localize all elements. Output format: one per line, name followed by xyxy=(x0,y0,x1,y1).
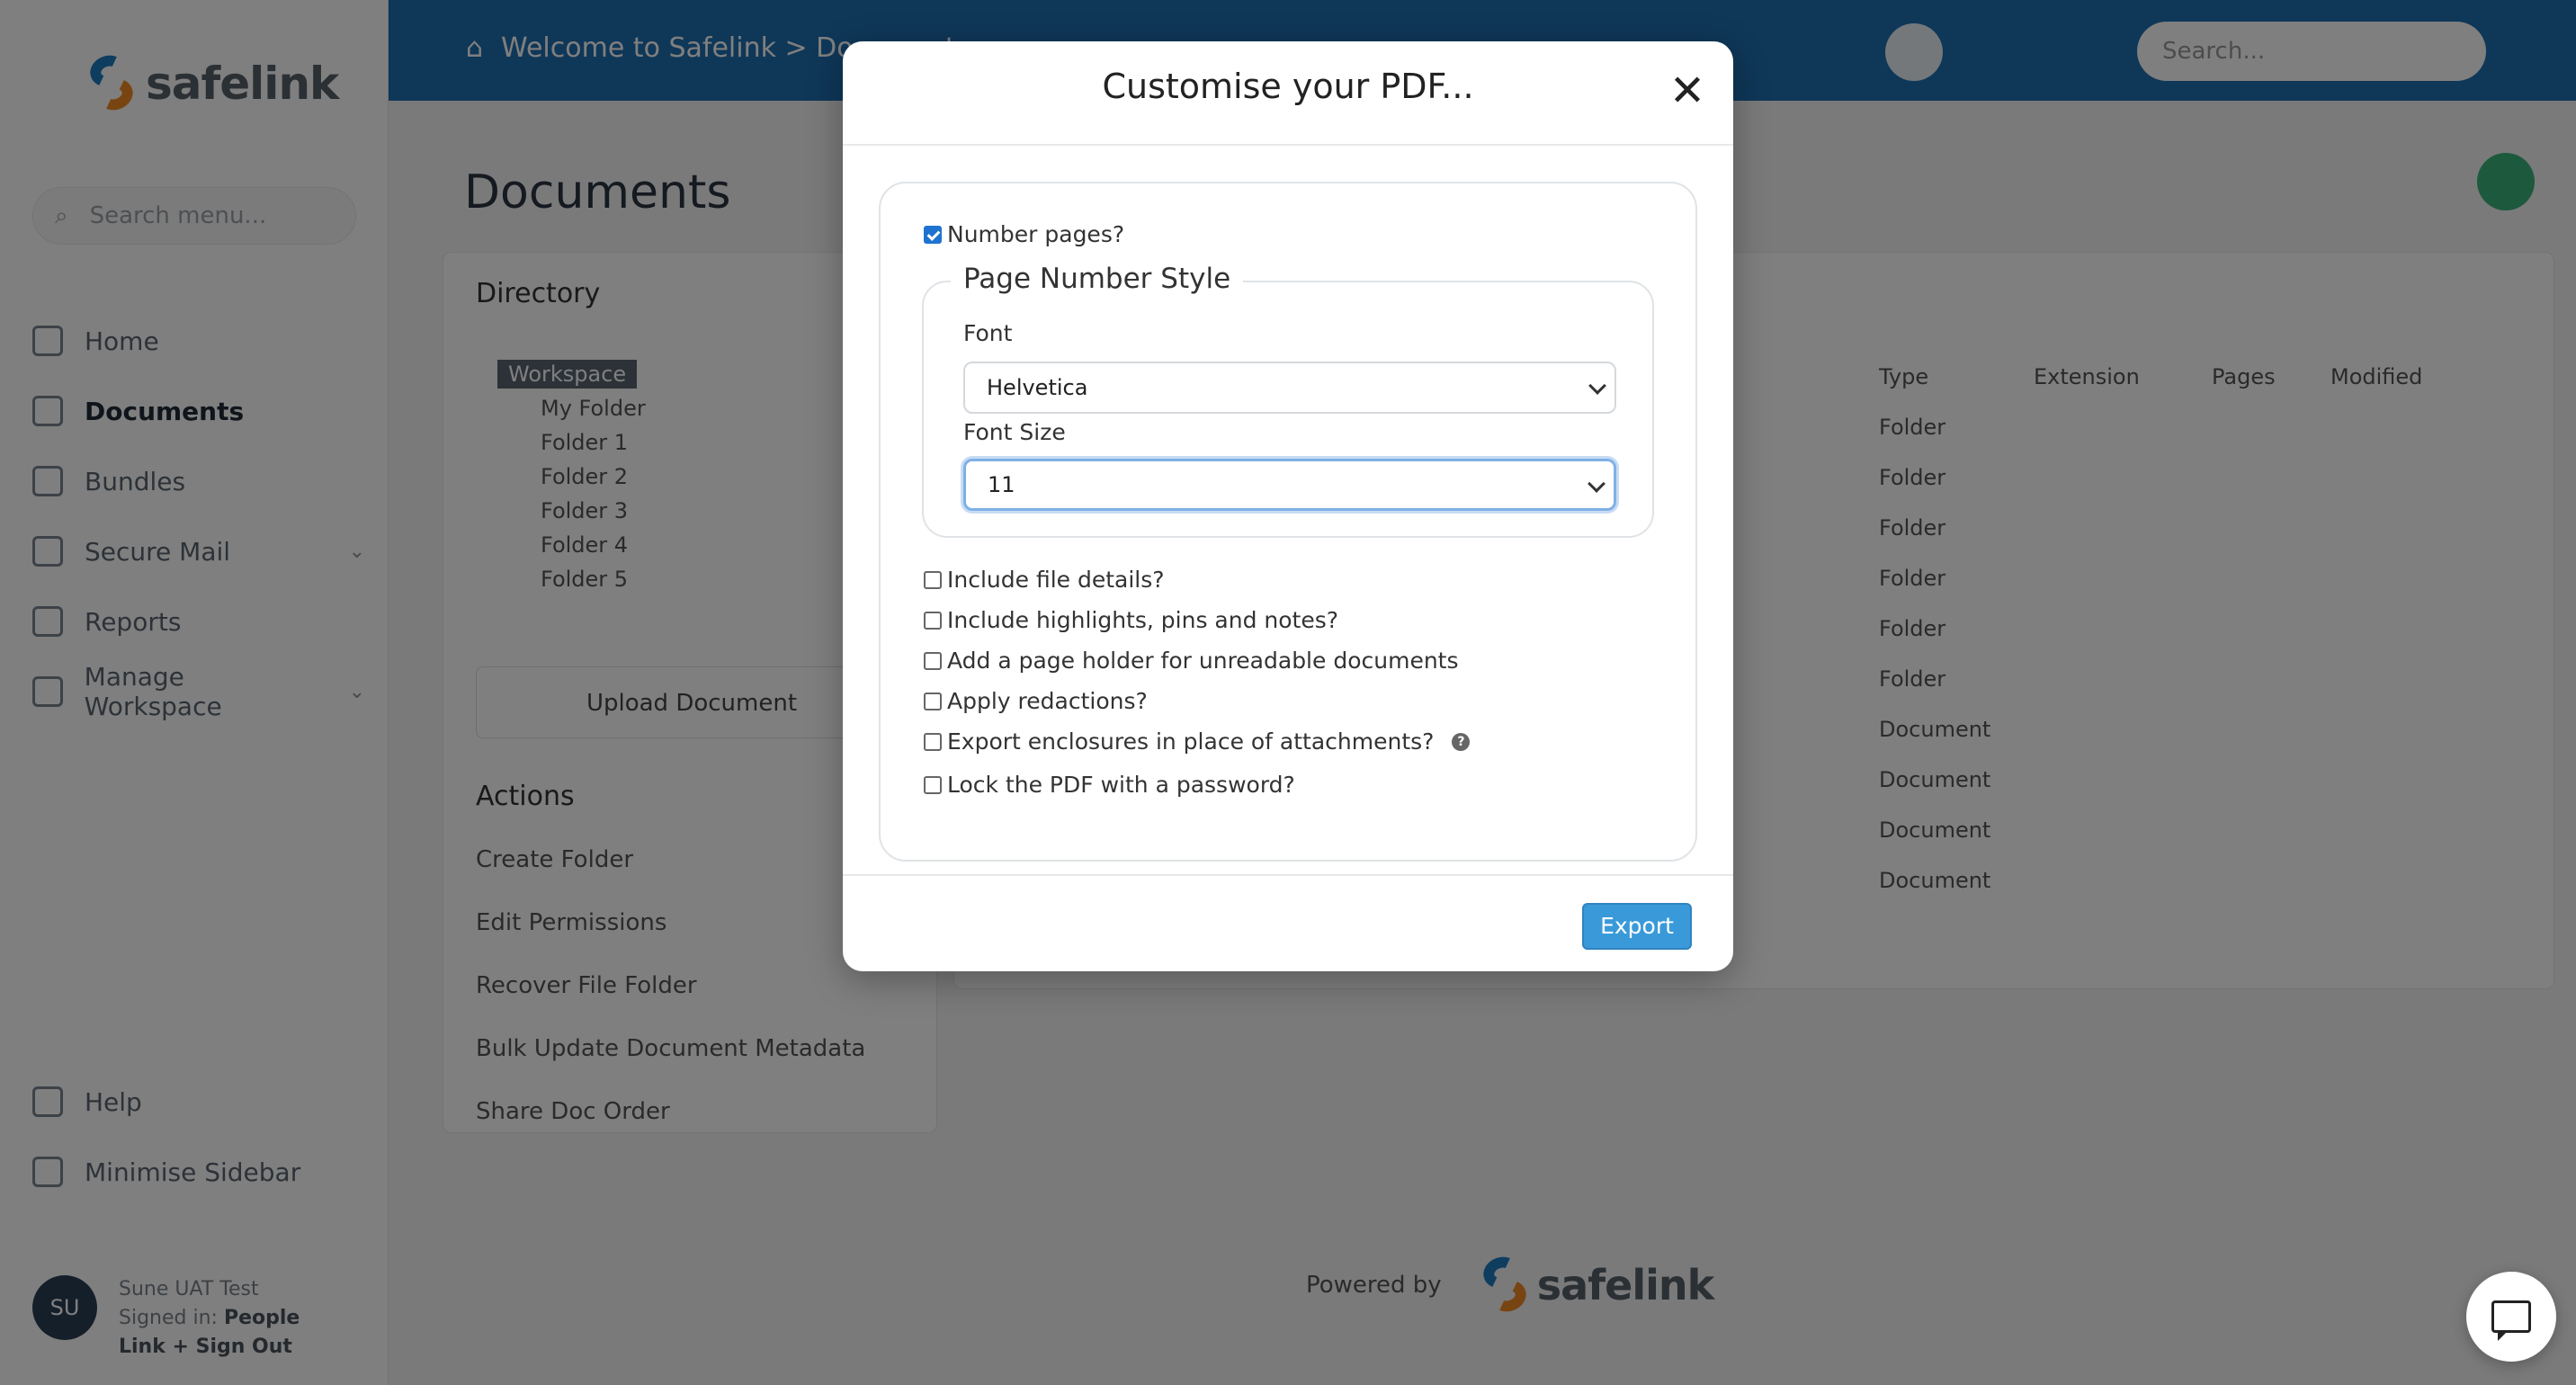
option-label[interactable]: Include file details? xyxy=(947,567,1165,593)
lock-pdf-checkbox[interactable] xyxy=(924,775,942,794)
export-enclosures-checkbox[interactable] xyxy=(924,732,942,751)
lock-pdf-row[interactable]: Lock the PDF with a password? xyxy=(924,772,1295,798)
option-label[interactable]: Include highlights, pins and notes? xyxy=(947,607,1338,633)
number-pages-checkbox-row[interactable]: Number pages? xyxy=(924,221,1124,247)
option-label[interactable]: Apply redactions? xyxy=(947,688,1148,714)
include-file-details-row[interactable]: Include file details? xyxy=(924,567,1165,593)
font-label: Font xyxy=(963,320,1013,346)
chat-icon xyxy=(2491,1300,2531,1341)
export-enclosures-row[interactable]: Export enclosures in place of attachment… xyxy=(924,728,1471,755)
chevron-down-icon xyxy=(1588,377,1606,395)
option-label[interactable]: Export enclosures in place of attachment… xyxy=(947,728,1434,755)
modal-footer: Export xyxy=(843,874,1733,971)
question-icon[interactable]: ? xyxy=(1452,732,1471,751)
number-pages-label[interactable]: Number pages? xyxy=(947,221,1124,247)
page-number-style-legend: Page Number Style xyxy=(951,263,1244,295)
page-holder-row[interactable]: Add a page holder for unreadable documen… xyxy=(924,648,1459,674)
option-label[interactable]: Lock the PDF with a password? xyxy=(947,772,1295,798)
chat-button[interactable] xyxy=(2466,1272,2556,1362)
include-highlights-checkbox[interactable] xyxy=(924,611,942,630)
font-select[interactable]: Helvetica xyxy=(963,362,1616,414)
page-holder-checkbox[interactable] xyxy=(924,651,942,670)
page-number-style-fieldset: Page Number Style Font Helvetica Font Si… xyxy=(922,263,1654,538)
apply-redactions-row[interactable]: Apply redactions? xyxy=(924,688,1148,714)
export-button[interactable]: Export xyxy=(1582,903,1692,950)
close-icon[interactable]: ✕ xyxy=(1665,68,1710,113)
customise-pdf-dialog: Customise your PDF... ✕ Number pages? Pa… xyxy=(843,41,1733,971)
font-size-select-value: 11 xyxy=(988,472,1015,497)
font-size-label: Font Size xyxy=(963,419,1066,445)
modal-body: Number pages? Page Number Style Font Hel… xyxy=(879,182,1697,862)
number-pages-checkbox[interactable] xyxy=(924,225,942,244)
include-file-details-checkbox[interactable] xyxy=(924,570,942,589)
font-select-value: Helvetica xyxy=(987,375,1088,400)
include-highlights-row[interactable]: Include highlights, pins and notes? xyxy=(924,607,1338,633)
modal-title: Customise your PDF... xyxy=(1102,67,1474,106)
apply-redactions-checkbox[interactable] xyxy=(924,692,942,710)
font-size-select[interactable]: 11 xyxy=(963,459,1616,511)
modal-header: Customise your PDF... ✕ xyxy=(843,41,1733,146)
chevron-down-icon xyxy=(1588,475,1606,493)
option-label[interactable]: Add a page holder for unreadable documen… xyxy=(947,648,1459,674)
